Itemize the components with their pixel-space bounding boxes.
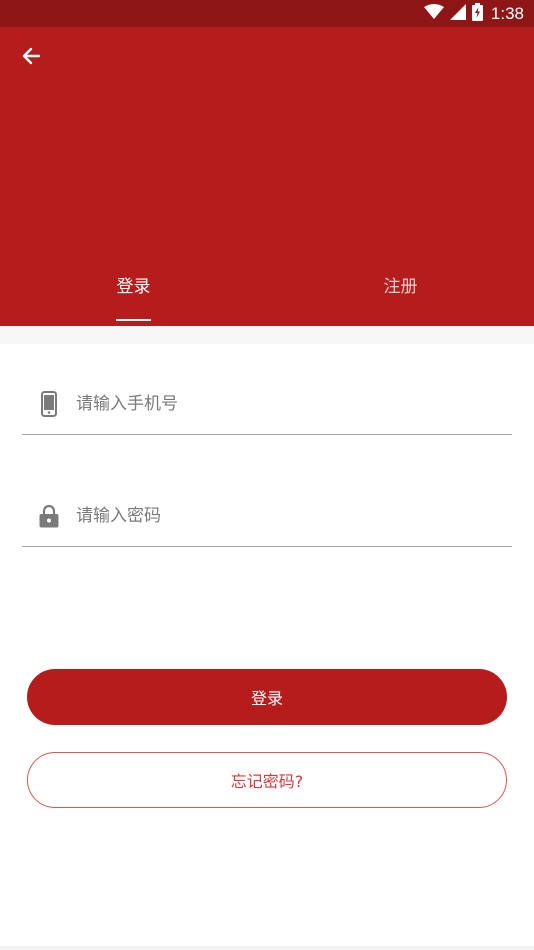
header-separator: [0, 326, 534, 344]
tab-register[interactable]: 注册: [267, 266, 534, 326]
login-button[interactable]: 登录: [27, 669, 507, 725]
status-icons: 1:38: [423, 0, 524, 27]
tab-register-label: 注册: [383, 277, 418, 297]
cell-signal-icon: [449, 3, 466, 24]
arrow-left-icon: [21, 46, 41, 70]
tab-login-label: 登录: [116, 277, 151, 297]
bottom-band: [0, 946, 534, 950]
forgot-password-button[interactable]: 忘记密码?: [27, 752, 507, 808]
password-field[interactable]: [22, 486, 512, 547]
login-button-label: 登录: [250, 689, 283, 708]
phone-input[interactable]: [76, 394, 496, 414]
status-time: 1:38: [490, 4, 524, 23]
status-bar: 1:38: [0, 0, 534, 27]
tab-indicator: [116, 319, 151, 321]
tab-login[interactable]: 登录: [0, 266, 267, 326]
wifi-icon: [423, 3, 444, 24]
phone-field[interactable]: [22, 374, 512, 435]
back-button[interactable]: [14, 43, 48, 73]
password-input[interactable]: [76, 506, 496, 526]
smartphone-icon: [36, 391, 62, 417]
battery-charging-icon: [471, 2, 483, 25]
forgot-password-label: 忘记密码?: [230, 772, 304, 791]
lock-icon: [36, 503, 62, 529]
